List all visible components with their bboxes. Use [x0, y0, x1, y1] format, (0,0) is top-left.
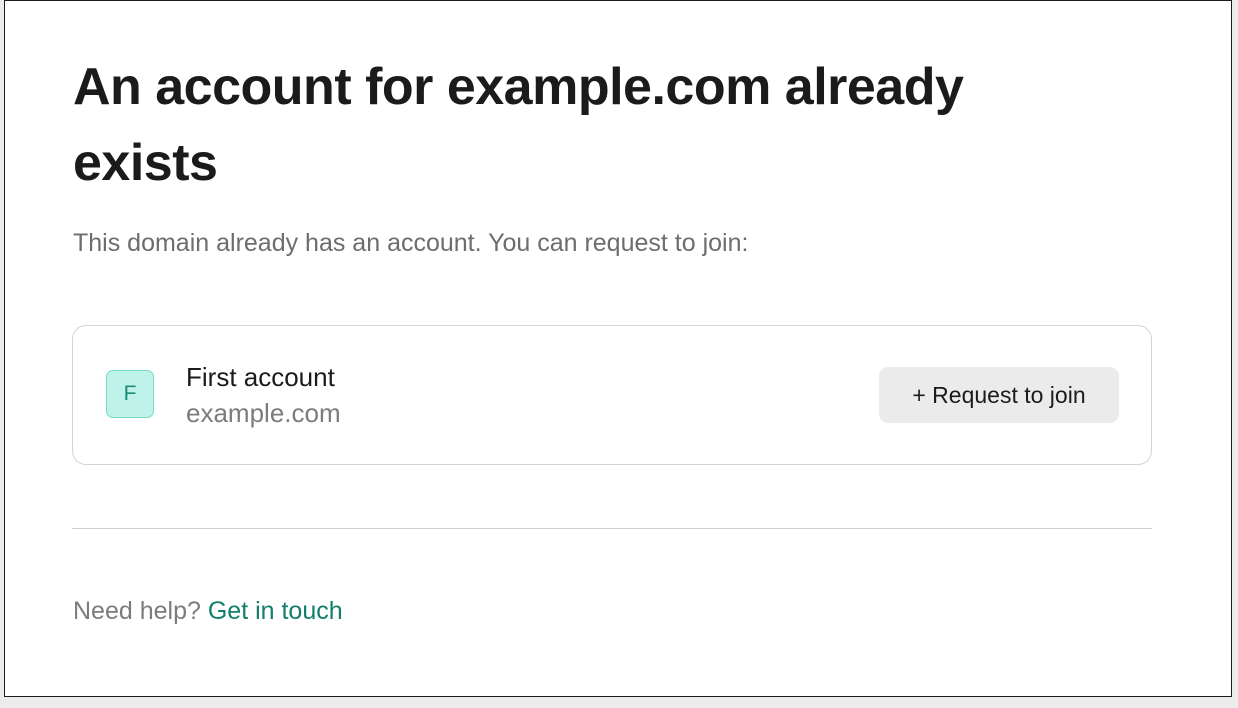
help-line: Need help? Get in touch [73, 595, 343, 627]
account-avatar: F [106, 370, 154, 418]
page-container: An account for example.com already exist… [4, 0, 1232, 697]
divider [72, 528, 1152, 529]
page-title: An account for example.com already exist… [73, 58, 964, 192]
account-card: F First account example.com + Request to… [72, 325, 1152, 465]
help-text: Need help? [73, 597, 201, 625]
account-name: First account [186, 362, 335, 392]
request-to-join-button[interactable]: + Request to join [879, 367, 1119, 423]
account-domain: example.com [186, 398, 341, 428]
page-subtitle: This domain already has an account. You … [73, 229, 749, 257]
get-in-touch-link[interactable]: Get in touch [208, 597, 343, 625]
